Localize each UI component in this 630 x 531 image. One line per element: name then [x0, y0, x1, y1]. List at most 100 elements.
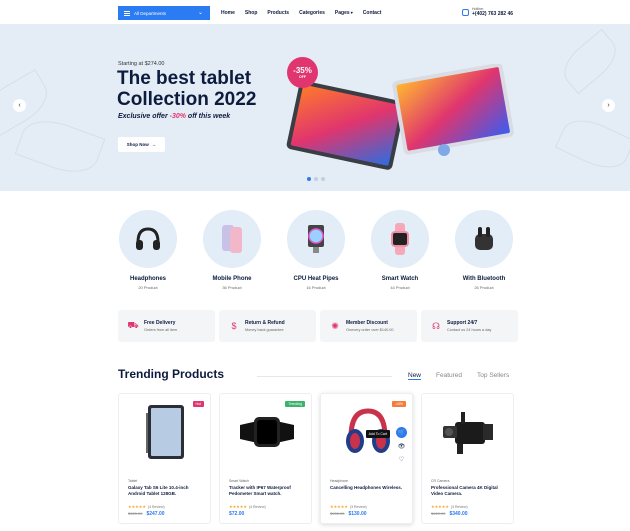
- main-nav: Home Shop Products Categories Pages ▾ Co…: [221, 10, 381, 16]
- product-tag: Hot: [192, 401, 204, 407]
- dollar-icon: $: [231, 321, 237, 331]
- discount-badge: -35% OFF: [287, 57, 318, 88]
- hotline[interactable]: Hotline: +(402) 763 282 46: [462, 7, 513, 17]
- old-price: $155.00: [330, 511, 345, 516]
- nav-shop[interactable]: Shop: [245, 10, 258, 16]
- category-count: 20 Product: [138, 285, 158, 290]
- category-item[interactable]: Headphones 20 Product: [118, 210, 178, 290]
- feature-sub: Contact us 24 hours a day: [447, 328, 492, 332]
- truck-icon: ⛟: [127, 320, 139, 330]
- hero-slider: Starting at $274.00 The best tablet Colle…: [0, 24, 630, 191]
- review-count: (3 Review): [349, 504, 367, 509]
- star-icon: ★★★★★: [330, 504, 348, 509]
- product-card[interactable]: Trending Smart Watch Tracker with IP67 W…: [219, 393, 312, 524]
- category-name: Smart Watch: [381, 276, 419, 282]
- slider-prev-button[interactable]: ‹: [13, 99, 26, 112]
- product-card[interactable]: Hot Tablet Galaxy Tab S6 Lite 10.4-inch …: [118, 393, 211, 524]
- product-title[interactable]: Tracker with IP67 Waterproof Pedometer S…: [229, 485, 307, 497]
- product-title[interactable]: Professional Camera 4K Digital Video Cam…: [431, 485, 509, 497]
- old-price: $420.00: [431, 511, 446, 516]
- product-category: CR Camera: [431, 479, 450, 483]
- category-count: 26 Product: [474, 285, 494, 290]
- nav-categories[interactable]: Categories: [299, 10, 325, 16]
- chevron-right-icon: ›: [607, 102, 610, 109]
- offer-prefix: Exclusive offer: [118, 113, 170, 120]
- category-count: 44 Product: [390, 285, 410, 290]
- slider-next-button[interactable]: ›: [602, 99, 615, 112]
- shop-now-button[interactable]: Shop Now →: [118, 137, 165, 152]
- product-image[interactable]: [422, 394, 515, 469]
- product-category: Tablet: [128, 479, 138, 483]
- category-name: CPU Heat Pipes: [293, 276, 339, 282]
- star-icon: ★★★★★: [128, 504, 146, 509]
- slider-dot[interactable]: [314, 177, 318, 181]
- feature-title: Member Discount: [346, 320, 388, 326]
- hero-title: The best tablet Collection 2022: [117, 68, 277, 110]
- feature-sub: Orders from all item: [144, 328, 178, 332]
- hero-offer: Exclusive offer -30% off this week: [118, 113, 230, 120]
- tab-featured[interactable]: Featured: [436, 372, 462, 380]
- category-item[interactable]: CPU Heat Pipes 16 Product: [286, 210, 346, 290]
- feature-title: Return & Refund: [245, 320, 285, 326]
- category-item[interactable]: Smart Watch 44 Product: [370, 210, 430, 290]
- current-price: $247.00: [146, 511, 165, 517]
- product-title[interactable]: Galaxy Tab S6 Lite 10.4-inch Android Tab…: [128, 485, 206, 497]
- tablet-image: [286, 64, 515, 170]
- current-price: $72.00: [229, 511, 245, 517]
- product-rating: ★★★★★ (3 Review): [431, 504, 468, 509]
- category-item[interactable]: With Bluetooth 26 Product: [454, 210, 514, 290]
- slider-dots: [307, 177, 325, 181]
- product-category: Smart Watch: [229, 479, 250, 483]
- top-header: All Departments ⌄ Home Shop Products Cat…: [0, 0, 630, 24]
- leaf-decoration: [554, 111, 630, 177]
- product-card[interactable]: CR Camera Professional Camera 4K Digital…: [421, 393, 514, 524]
- phone-icon: [462, 8, 469, 16]
- slider-dot[interactable]: [307, 177, 311, 181]
- tab-top-sellers[interactable]: Top Sellers: [477, 372, 509, 380]
- category-list: Headphones 20 Product Mobile Phone 36 Pr…: [118, 210, 514, 290]
- departments-label: All Departments: [134, 10, 167, 16]
- product-title[interactable]: Cancelling Headphones Wireless.: [330, 485, 408, 491]
- slider-dot[interactable]: [321, 177, 325, 181]
- headset-icon: ☊: [432, 320, 440, 331]
- category-item[interactable]: Mobile Phone 36 Product: [202, 210, 262, 290]
- all-departments-button[interactable]: All Departments ⌄: [118, 6, 210, 20]
- product-card[interactable]: -15% Add To Cart 🛒 👁 ♡ Headphone Cancell…: [320, 393, 413, 524]
- review-count: (3 Review): [450, 504, 468, 509]
- star-icon: ★★★★★: [431, 504, 449, 509]
- chevron-down-icon: ▾: [349, 10, 353, 15]
- cart-icon[interactable]: 🛒: [396, 427, 407, 438]
- feature-sub: Money back guarantee: [245, 328, 284, 332]
- cpu-cooler-icon: [287, 210, 345, 268]
- feature-item: ✺ Member Discount Onevery order over $140…: [320, 310, 417, 342]
- category-name: Headphones: [129, 276, 166, 282]
- product-rating: ★★★★★ (4 Review): [229, 504, 266, 509]
- smart-watch-icon: [371, 210, 429, 268]
- product-rating: ★★★★★ (3 Review): [330, 504, 367, 509]
- headphones-icon: [119, 210, 177, 268]
- product-price: $155.00 $130.00: [330, 511, 367, 517]
- review-count: (4 Review): [248, 504, 266, 509]
- nav-products[interactable]: Products: [267, 10, 289, 16]
- discount-icon: ✺: [331, 320, 339, 331]
- feature-list: ⛟ Free Delivery Orders from all item $ Re…: [118, 310, 518, 342]
- trending-title: Trending Products: [118, 367, 225, 381]
- offer-percent: -30%: [169, 113, 186, 120]
- feature-item: ⛟ Free Delivery Orders from all item: [118, 310, 215, 342]
- nav-contact[interactable]: Contact: [363, 10, 382, 16]
- nav-pages-label: Pages: [334, 10, 350, 16]
- eye-icon[interactable]: 👁: [396, 441, 407, 452]
- product-category: Headphone: [330, 479, 349, 483]
- heart-icon[interactable]: ♡: [396, 454, 407, 465]
- feature-item: ☊ Support 24/7 Contact us 24 hours a day: [421, 310, 518, 342]
- tab-new[interactable]: New: [408, 372, 422, 380]
- bluetooth-earbuds-icon: [455, 210, 513, 268]
- category-name: With Bluetooth: [462, 276, 506, 282]
- category-name: Mobile Phone: [212, 276, 252, 282]
- category-count: 36 Product: [222, 285, 242, 290]
- hero-title-line1: The best tablet: [117, 68, 252, 89]
- nav-home[interactable]: Home: [221, 10, 235, 16]
- hotline-number: +(402) 763 282 46: [472, 11, 514, 17]
- old-price: $320.00: [128, 511, 143, 516]
- nav-pages[interactable]: Pages ▾: [335, 10, 353, 16]
